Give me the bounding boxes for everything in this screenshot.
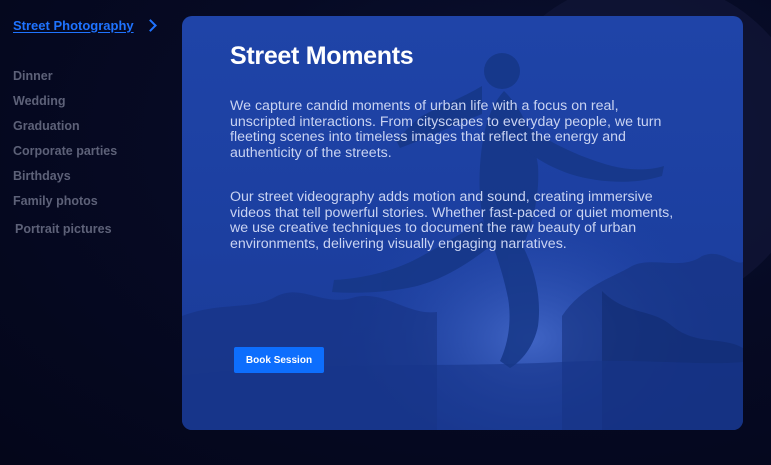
chevron-right-icon[interactable] bbox=[143, 19, 157, 32]
category-sidebar: Street Photography Dinner Wedding Gradua… bbox=[13, 14, 173, 258]
sidebar-item-corporate-parties[interactable]: Corporate parties bbox=[13, 139, 173, 164]
sidebar-item-family-photos[interactable]: Family photos bbox=[13, 189, 173, 214]
sidebar-item-street-photography[interactable]: Street Photography bbox=[13, 14, 173, 36]
sidebar-item-wedding[interactable]: Wedding bbox=[13, 89, 173, 114]
street-moments-card: Street Moments We capture candid moments… bbox=[182, 16, 743, 430]
sidebar-active-label[interactable]: Street Photography bbox=[13, 18, 134, 33]
card-content: Street Moments We capture candid moments… bbox=[230, 42, 680, 252]
sidebar-item-graduation[interactable]: Graduation bbox=[13, 114, 173, 139]
card-paragraph-1: We capture candid moments of urban life … bbox=[230, 98, 662, 161]
sidebar-item-dinner[interactable]: Dinner bbox=[13, 64, 173, 89]
sidebar-list: Dinner Wedding Graduation Corporate part… bbox=[13, 64, 173, 242]
page: Street Photography Dinner Wedding Gradua… bbox=[0, 0, 771, 465]
card-paragraph-2: Our street videography adds motion and s… bbox=[230, 189, 674, 252]
book-session-button[interactable]: Book Session bbox=[234, 347, 324, 373]
sidebar-item-portrait-pictures[interactable]: Portrait pictures bbox=[13, 217, 173, 242]
card-title: Street Moments bbox=[230, 42, 414, 70]
sidebar-item-birthdays[interactable]: Birthdays bbox=[13, 164, 173, 189]
